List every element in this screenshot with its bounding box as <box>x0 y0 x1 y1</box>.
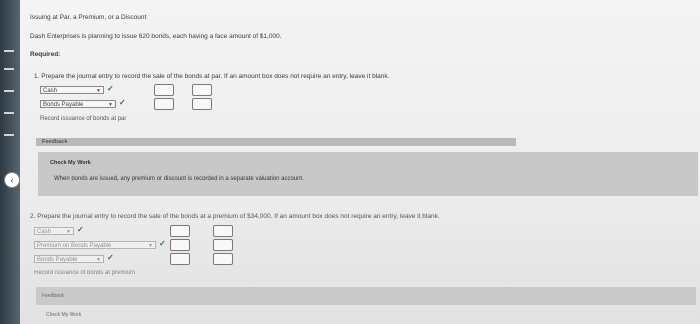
q1-feedback-label: Feedback <box>42 139 68 145</box>
q1-account-value: Bonds Payable <box>43 102 84 108</box>
q1-feedback-bar[interactable] <box>36 138 516 146</box>
q2-account-value: Premium on Bonds Payable <box>37 243 112 249</box>
q1-description: Record issuance of bonds at par <box>40 116 127 122</box>
q1-debit-input[interactable] <box>154 98 174 110</box>
required-label: Required: <box>30 51 61 58</box>
q2-credit-input[interactable] <box>213 253 233 265</box>
q2-debit-input[interactable] <box>170 253 190 265</box>
q2-account-select-bonds-payable[interactable]: Bonds Payable ▼ <box>34 255 104 263</box>
chevron-down-icon: ▼ <box>148 243 153 249</box>
check-icon: ✓ <box>159 239 166 248</box>
q1-hint-text: When bonds are issued, any premium or di… <box>54 176 304 182</box>
q1-prompt: 1. Prepare the journal entry to record t… <box>34 73 390 80</box>
check-icon: ✓ <box>107 84 114 93</box>
rail-marker <box>4 68 14 70</box>
q2-check-my-work[interactable]: Check My Work <box>46 312 81 318</box>
chevron-down-icon: ▼ <box>96 257 101 263</box>
problem-page: Issuing at Par, a Premium, or a Discount… <box>20 0 700 324</box>
q1-credit-input[interactable] <box>192 98 212 110</box>
q1-account-select-cash[interactable]: Cash ▼ <box>40 86 104 94</box>
q1-check-my-work[interactable]: Check My Work <box>50 160 91 166</box>
q2-account-select-cash[interactable]: Cash ▼ <box>34 227 74 235</box>
q2-credit-input[interactable] <box>213 239 233 251</box>
problem-intro: Dash Enterprises is planning to issue 62… <box>30 33 282 40</box>
rail-marker <box>4 112 14 114</box>
q2-credit-input[interactable] <box>213 225 233 237</box>
q1-debit-input[interactable] <box>154 84 174 96</box>
q2-debit-input[interactable] <box>170 225 190 237</box>
check-icon: ✓ <box>119 98 126 107</box>
q1-account-value: Cash <box>43 88 58 94</box>
rail-marker <box>4 50 14 52</box>
q2-account-value: Bonds Payable <box>37 257 78 263</box>
chevron-down-icon: ▼ <box>96 88 101 94</box>
q1-credit-input[interactable] <box>192 84 212 96</box>
page-title: Issuing at Par, a Premium, or a Discount <box>30 14 147 21</box>
left-rail <box>0 0 20 324</box>
q2-description: Record issuance of bonds at premium <box>34 270 136 276</box>
q2-account-value: Cash <box>37 229 52 235</box>
check-icon: ✓ <box>77 225 84 234</box>
rail-marker <box>4 90 14 92</box>
q1-account-select-bonds-payable[interactable]: Bonds Payable ▼ <box>40 100 116 108</box>
check-icon: ✓ <box>107 253 114 262</box>
q1-hint-panel <box>38 152 698 196</box>
chevron-down-icon: ▼ <box>108 102 113 108</box>
q2-account-select-premium[interactable]: Premium on Bonds Payable ▼ <box>34 241 156 249</box>
rail-marker <box>4 134 14 136</box>
q2-prompt: 2. Prepare the journal entry to record t… <box>30 213 440 220</box>
q2-feedback-bar[interactable] <box>36 287 696 305</box>
q2-debit-input[interactable] <box>170 239 190 251</box>
chevron-down-icon: ▼ <box>66 229 71 235</box>
q2-feedback-label: Feedback <box>42 293 64 299</box>
collapse-toggle-icon[interactable]: ‹ <box>4 172 20 188</box>
